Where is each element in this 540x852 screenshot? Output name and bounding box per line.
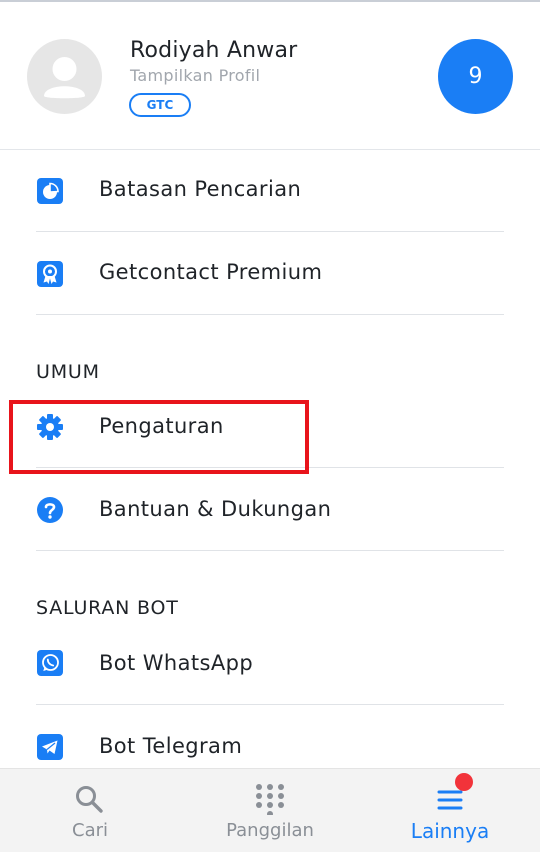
- menu-item-search-limit[interactable]: Batasan Pencarian: [0, 149, 540, 231]
- nav-tab-search[interactable]: Cari: [0, 769, 180, 852]
- nav-tab-more[interactable]: Lainnya: [360, 769, 540, 852]
- whatsapp-icon: [36, 649, 64, 677]
- profile-name: Rodiyah Anwar: [130, 38, 298, 63]
- avatar[interactable]: [27, 39, 102, 114]
- menu-item-premium[interactable]: Getcontact Premium: [0, 232, 540, 314]
- nav-tab-calls[interactable]: Panggilan: [180, 769, 360, 852]
- menu-item-bot-whatsapp[interactable]: Bot WhatsApp: [0, 622, 540, 704]
- view-profile-link[interactable]: Tampilkan Profil: [130, 66, 260, 85]
- premium-badge-icon: [36, 260, 64, 288]
- section-title-general: UMUM: [36, 361, 100, 383]
- pie-chart-icon: [36, 177, 64, 205]
- menu-icon: [360, 783, 540, 815]
- menu-item-label: Batasan Pencarian: [99, 177, 302, 201]
- highlight-box: [9, 400, 309, 474]
- help-icon: [36, 496, 64, 524]
- menu-item-help[interactable]: Bantuan & Dukungan: [0, 468, 540, 550]
- profile-header[interactable]: Rodiyah Anwar Tampilkan Profil GTC 9: [0, 2, 540, 150]
- telegram-icon: [36, 733, 64, 761]
- gtc-badge[interactable]: GTC: [129, 93, 191, 117]
- menu-item-label: Bot Telegram: [99, 734, 243, 758]
- user-silhouette-icon: [44, 57, 85, 99]
- dialpad-icon: [180, 783, 360, 817]
- nav-tab-label: Cari: [72, 820, 108, 841]
- nav-tab-label: Lainnya: [410, 819, 490, 843]
- section-title-bot-channels: SALURAN BOT: [36, 597, 179, 619]
- bottom-navigation: Cari Panggilan Lainnya: [0, 768, 540, 852]
- menu-item-label: Bot WhatsApp: [99, 651, 254, 675]
- counter-badge[interactable]: 9: [438, 39, 513, 114]
- divider: [36, 314, 504, 315]
- notification-dot: [455, 773, 473, 791]
- search-icon: [0, 783, 180, 815]
- divider: [36, 550, 504, 551]
- nav-tab-label: Panggilan: [226, 820, 314, 841]
- menu-item-label: Getcontact Premium: [99, 260, 323, 284]
- menu-item-label: Bantuan & Dukungan: [99, 497, 332, 521]
